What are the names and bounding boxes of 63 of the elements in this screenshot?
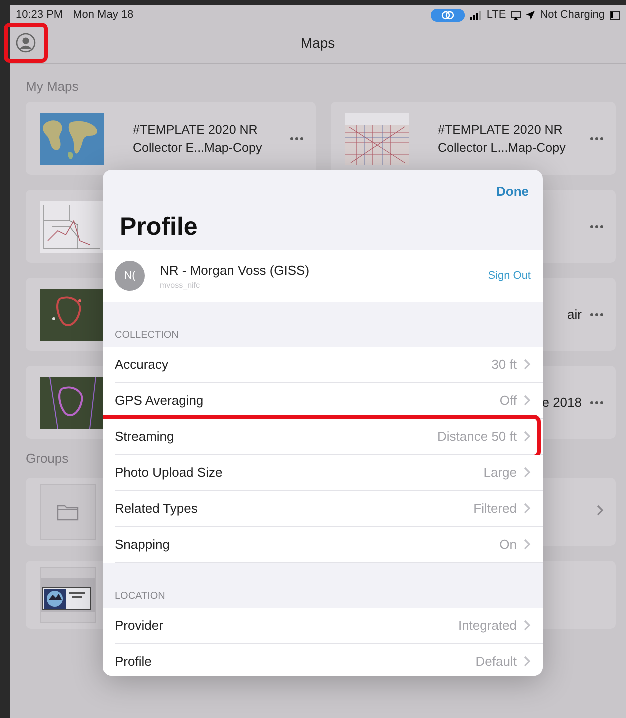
account-username: mvoss_nifc [160, 280, 202, 290]
account-name: NR - Morgan Voss (GISS) [160, 262, 311, 278]
setting-value: 30 ft [492, 357, 517, 372]
section-label: Groups [26, 451, 69, 466]
chevron-icon [597, 505, 604, 516]
nav-title: Maps [300, 35, 336, 51]
location-arrow-icon [526, 10, 536, 20]
charging-status: Not Charging [540, 9, 605, 21]
map-title: #TEMPLATE 2020 NR Collector L...Map-Copy [438, 122, 567, 156]
setting-value: Distance 50 ft [438, 429, 517, 444]
profile-icon [16, 33, 36, 53]
signal-icon [470, 10, 482, 20]
chevron-icon [524, 359, 531, 370]
section-header: LOCATION [114, 590, 166, 604]
done-button[interactable]: Done [496, 184, 529, 199]
folder-icon [57, 503, 79, 521]
chevron-icon [524, 539, 531, 550]
screen-mirroring-icon [430, 8, 465, 22]
account-avatar: N( [115, 261, 145, 291]
chevron-icon [524, 467, 531, 478]
setting-value: Filtered [474, 501, 517, 516]
more-icon[interactable] [590, 224, 604, 228]
profile-button[interactable] [4, 23, 48, 63]
more-icon[interactable] [590, 400, 604, 404]
more-icon[interactable] [290, 136, 304, 140]
setting-value: Default [476, 654, 517, 669]
chevron-icon [524, 395, 531, 406]
chevron-icon [524, 503, 531, 514]
map-card[interactable]: #TEMPLATE 2020 NR Collector E...Map-Copy [26, 102, 316, 175]
map-title: e 2018 [542, 395, 582, 410]
setting-label: Accuracy [115, 357, 170, 372]
satellite-map-thumbnail [40, 376, 104, 428]
battery-icon [610, 10, 620, 20]
map-card[interactable]: #TEMPLATE 2020 NR Collector L...Map-Copy [331, 102, 616, 175]
map-title: air [568, 307, 582, 322]
network-label: LTE [486, 9, 506, 21]
status-time: 10:23 PM [16, 9, 64, 21]
road-map-thumbnail [345, 112, 409, 164]
setting-label: GPS Averaging [115, 393, 205, 408]
section-label: My Maps [26, 79, 79, 94]
setting-value: Integrated [458, 618, 517, 633]
boundary-map-thumbnail [40, 200, 104, 252]
setting-value: Off [500, 393, 517, 408]
chevron-icon [524, 620, 531, 631]
chevron-icon [524, 656, 531, 667]
section-header: COLLECTION [114, 329, 180, 343]
map-title: #TEMPLATE 2020 NR Collector E...Map-Copy [133, 122, 264, 156]
airplay-icon [511, 10, 522, 20]
setting-label: Related Types [115, 501, 199, 516]
status-date: Mon May 18 [73, 9, 134, 21]
setting-label: Streaming [115, 429, 176, 444]
setting-label: Photo Upload Size [115, 465, 224, 480]
setting-value: On [500, 537, 517, 552]
setting-label: Snapping [115, 537, 171, 552]
setting-label: Profile [115, 654, 153, 669]
world-map-thumbnail [40, 112, 104, 164]
sheet-title: Profile [120, 213, 199, 242]
more-icon[interactable] [590, 312, 604, 316]
satellite-map-thumbnail [40, 288, 104, 340]
setting-value: Large [484, 465, 517, 480]
chevron-icon [524, 431, 531, 442]
more-icon[interactable] [590, 136, 604, 140]
setting-label: Provider [115, 618, 164, 633]
